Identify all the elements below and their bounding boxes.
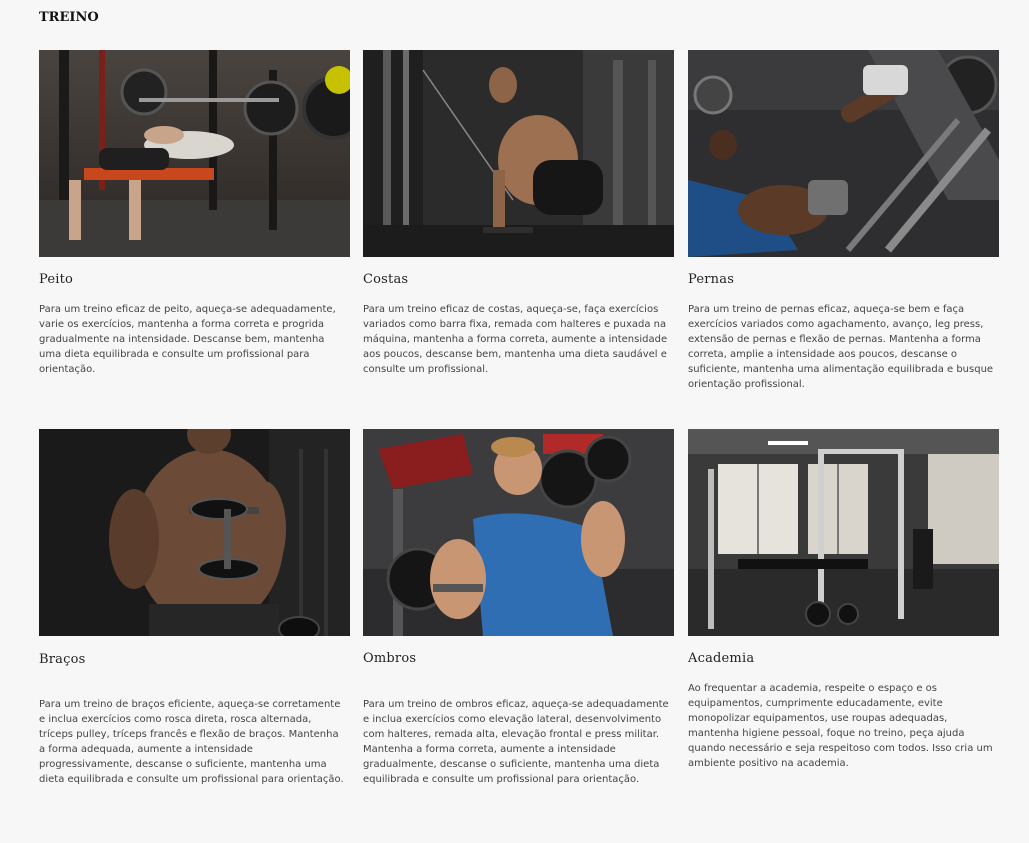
gym-interior-photo	[688, 429, 999, 636]
card-title[interactable]: Pernas	[688, 272, 999, 287]
card-costas[interactable]: Costas Para um treino eficaz de costas, …	[363, 50, 674, 377]
card-ombros[interactable]: Ombros Para um treino de ombros eficaz, …	[363, 429, 674, 787]
card-title[interactable]: Costas	[363, 272, 674, 287]
card-description: Para um treino de pernas eficaz, aqueça-…	[688, 304, 994, 390]
card-title[interactable]: Peito	[39, 272, 350, 287]
bench-press-photo	[39, 50, 350, 257]
card-title[interactable]: Braços	[39, 652, 350, 667]
card-description: Para um treino de braços eficiente, aque…	[39, 699, 344, 785]
cable-row-photo	[363, 50, 674, 257]
card-title[interactable]: Academia	[688, 651, 999, 666]
card-description: Para um treino eficaz de peito, aqueça-s…	[39, 304, 336, 375]
shoulder-press-photo	[363, 429, 674, 636]
card-bracos[interactable]: Braços Para um treino de braços eficient…	[39, 429, 350, 787]
card-peito[interactable]: Peito Para um treino eficaz de peito, aq…	[39, 50, 350, 377]
card-description: Para um treino eficaz de costas, aqueça-…	[363, 304, 668, 375]
card-description: Para um treino de ombros eficaz, aqueça-…	[363, 699, 669, 785]
card-description: Ao frequentar a academia, respeite o esp…	[688, 683, 993, 769]
leg-press-photo	[688, 50, 999, 257]
card-academia[interactable]: Academia Ao frequentar a academia, respe…	[688, 429, 999, 771]
card-pernas[interactable]: Pernas Para um treino de pernas eficaz, …	[688, 50, 999, 392]
dumbbell-curl-photo	[39, 429, 350, 636]
card-title[interactable]: Ombros	[363, 651, 674, 666]
page-title: TREINO	[39, 10, 99, 25]
